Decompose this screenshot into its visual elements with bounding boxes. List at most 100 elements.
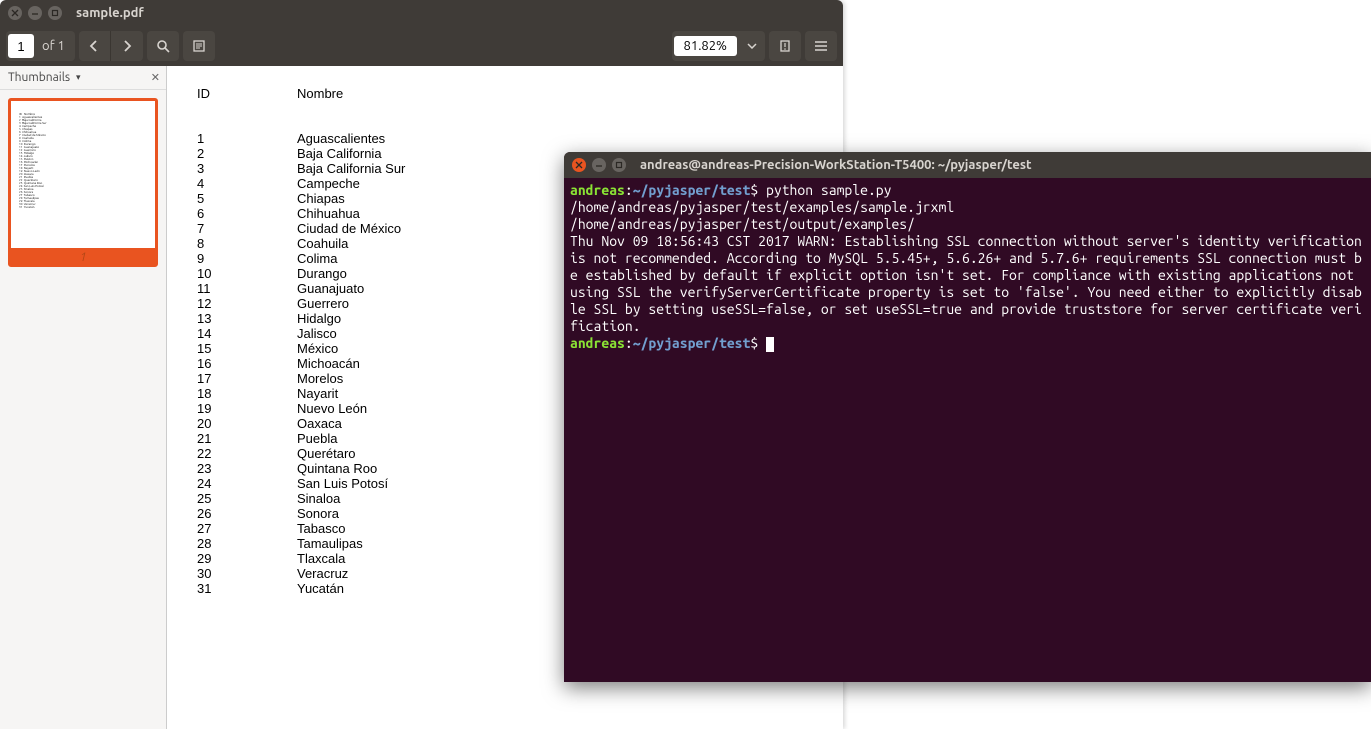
cell-nombre: Baja California Sur	[297, 161, 405, 176]
menu-group	[805, 31, 837, 61]
cell-nombre: Querétaro	[297, 446, 356, 461]
close-panel-icon[interactable]: ✕	[151, 71, 160, 84]
page-nav-group	[79, 31, 143, 61]
cell-id: 30	[197, 566, 297, 581]
cell-id: 23	[197, 461, 297, 476]
column-header-nombre: Nombre	[297, 86, 343, 101]
annotate-button[interactable]	[183, 31, 215, 61]
annotate-group	[183, 31, 215, 61]
terminal-title: andreas@andreas-Precision-WorkStation-T5…	[640, 158, 1032, 172]
zoom-value[interactable]: 81.82%	[674, 36, 737, 56]
thumbnails-header[interactable]: Thumbnails ▾ ✕	[0, 66, 166, 90]
cell-nombre: Tamaulipas	[297, 536, 363, 551]
terminal-body[interactable]: andreas:~/pyjasper/test$ python sample.p…	[564, 178, 1371, 682]
cell-id: 4	[197, 176, 297, 191]
thumbnail-page-1[interactable]: ID Nombre 1 Aguascalientes 2 Baja Califo…	[8, 98, 158, 267]
cell-nombre: Guerrero	[297, 296, 349, 311]
cell-id: 25	[197, 491, 297, 506]
chevron-down-icon: ▾	[76, 72, 81, 83]
cell-nombre: Ciudad de México	[297, 221, 401, 236]
page-input-group: of 1	[6, 31, 75, 61]
terminal-minimize-icon[interactable]	[592, 158, 606, 172]
cell-nombre: Chiapas	[297, 191, 345, 206]
cell-id: 6	[197, 206, 297, 221]
cell-nombre: Aguascalientes	[297, 131, 385, 146]
cell-id: 8	[197, 236, 297, 251]
terminal-window: andreas@andreas-Precision-WorkStation-T5…	[564, 152, 1371, 682]
cell-id: 20	[197, 416, 297, 431]
cell-id: 26	[197, 506, 297, 521]
cell-id: 19	[197, 401, 297, 416]
window-maximize-icon[interactable]	[48, 6, 62, 20]
cell-id: 15	[197, 341, 297, 356]
thumbnail-preview: ID Nombre 1 Aguascalientes 2 Baja Califo…	[13, 103, 153, 248]
cell-id: 17	[197, 371, 297, 386]
cell-id: 12	[197, 296, 297, 311]
search-group	[147, 31, 179, 61]
cell-nombre: México	[297, 341, 338, 356]
cell-id: 31	[197, 581, 297, 596]
cell-id: 16	[197, 356, 297, 371]
window-close-icon[interactable]	[8, 6, 22, 20]
cell-id: 1	[197, 131, 297, 146]
cell-id: 11	[197, 281, 297, 296]
cell-nombre: Nayarit	[297, 386, 338, 401]
cell-nombre: Morelos	[297, 371, 343, 386]
cell-nombre: Yucatán	[297, 581, 344, 596]
cell-nombre: Durango	[297, 266, 347, 281]
cell-nombre: Coahuila	[297, 236, 348, 251]
cell-id: 14	[197, 326, 297, 341]
pdf-titlebar: sample.pdf	[0, 0, 843, 26]
cell-nombre: Quintana Roo	[297, 461, 377, 476]
cell-id: 10	[197, 266, 297, 281]
terminal-close-icon[interactable]	[572, 158, 586, 172]
properties-group	[769, 31, 801, 61]
cell-nombre: Sonora	[297, 506, 339, 521]
cell-nombre: Baja California	[297, 146, 382, 161]
table-header-row: ID Nombre	[197, 86, 813, 101]
document-properties-button[interactable]	[769, 31, 801, 61]
terminal-titlebar: andreas@andreas-Precision-WorkStation-T5…	[564, 152, 1371, 178]
cell-nombre: Colima	[297, 251, 337, 266]
cell-nombre: Chihuahua	[297, 206, 360, 221]
cell-id: 2	[197, 146, 297, 161]
cell-id: 29	[197, 551, 297, 566]
cell-nombre: Hidalgo	[297, 311, 341, 326]
page-of-label: of 1	[34, 39, 73, 53]
cell-id: 27	[197, 521, 297, 536]
page-number-input[interactable]	[8, 34, 34, 58]
cell-id: 3	[197, 161, 297, 176]
table-row: 1Aguascalientes	[197, 131, 813, 146]
cell-id: 9	[197, 251, 297, 266]
window-minimize-icon[interactable]	[28, 6, 42, 20]
cell-nombre: Oaxaca	[297, 416, 342, 431]
pdf-window-title: sample.pdf	[76, 6, 144, 20]
cell-id: 28	[197, 536, 297, 551]
cell-id: 7	[197, 221, 297, 236]
terminal-maximize-icon[interactable]	[612, 158, 626, 172]
thumbnails-list: ID Nombre 1 Aguascalientes 2 Baja Califo…	[0, 90, 166, 275]
cell-nombre: Tabasco	[297, 521, 345, 536]
cell-id: 13	[197, 311, 297, 326]
cell-id: 21	[197, 431, 297, 446]
cell-nombre: Tlaxcala	[297, 551, 345, 566]
terminal-cursor	[766, 337, 774, 352]
thumbnail-page-number: 1	[11, 248, 155, 264]
cell-nombre: Veracruz	[297, 566, 348, 581]
cell-nombre: Nuevo León	[297, 401, 367, 416]
hamburger-menu-button[interactable]	[805, 31, 837, 61]
zoom-group: 81.82%	[672, 31, 765, 61]
prev-page-button[interactable]	[79, 31, 111, 61]
column-header-id: ID	[197, 86, 297, 101]
cell-nombre: Jalisco	[297, 326, 337, 341]
cell-nombre: Michoacán	[297, 356, 360, 371]
cell-nombre: San Luis Potosí	[297, 476, 388, 491]
search-button[interactable]	[147, 31, 179, 61]
zoom-dropdown-icon[interactable]	[741, 43, 763, 49]
thumbnails-label: Thumbnails	[8, 71, 70, 84]
next-page-button[interactable]	[111, 31, 143, 61]
cell-id: 22	[197, 446, 297, 461]
cell-id: 18	[197, 386, 297, 401]
pdf-toolbar: of 1 81.82%	[0, 26, 843, 66]
thumbnails-panel: Thumbnails ▾ ✕ ID Nombre 1 Aguascaliente…	[0, 66, 167, 729]
